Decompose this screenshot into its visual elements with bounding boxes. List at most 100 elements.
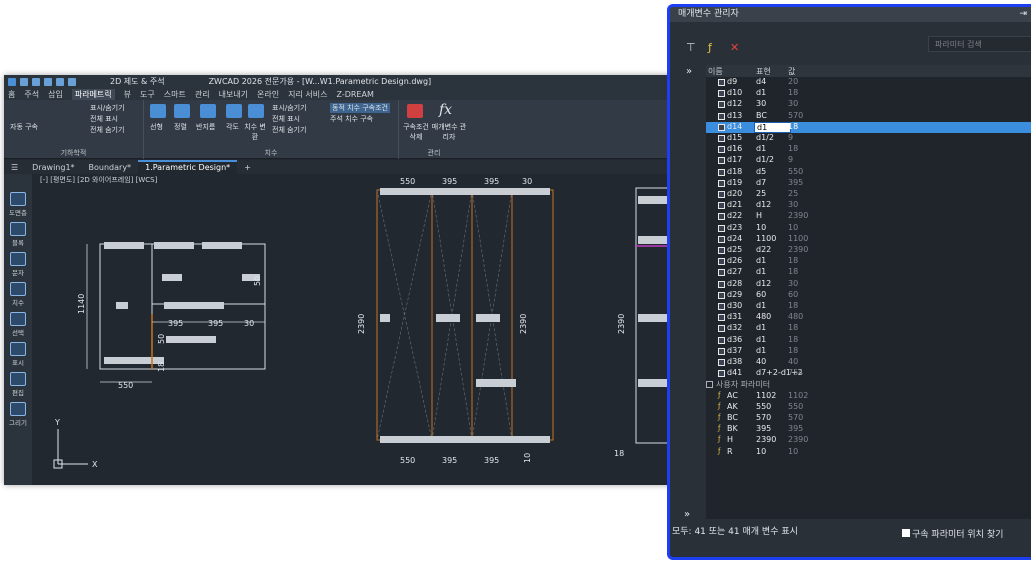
dim-50-b[interactable]: 50 [253,276,262,286]
constraint-tag[interactable] [380,314,390,322]
parameter-row[interactable]: d23 10 10 [706,223,1031,234]
constraint-tag[interactable] [164,302,224,309]
parameter-row[interactable]: d41 d7+2-d1+2 754 [706,368,1031,379]
parameter-row[interactable]: d28 d12 30 [706,279,1031,290]
dim-550-a[interactable]: 550 [400,177,415,186]
parameter-row[interactable]: d18 d5 550 [706,167,1031,178]
new-user-parameter-icon[interactable]: ƒ [708,41,712,54]
param-expression[interactable]: d4 [756,77,766,86]
constraint-tag[interactable] [638,236,668,244]
parameter-search-input[interactable]: 파라미터 검색 [928,36,1031,52]
parameter-row[interactable]: d37 d1 18 [706,346,1031,357]
tool-layer[interactable]: 도면층 [7,192,29,217]
user-parameter-row[interactable]: ƒ BC 570 570 [706,413,1031,424]
menu-hamburger-icon[interactable]: ☰ [4,163,25,172]
param-expression[interactable]: d1 [756,323,766,332]
expression-edit-input[interactable]: d1 [754,121,791,133]
constraint-tag[interactable] [476,314,500,322]
dim-hide-all-button[interactable]: 전체 숨기기 [272,125,306,135]
column-value[interactable]: 값 [788,66,795,77]
dim-550-c[interactable]: 550 [400,456,415,465]
save-icon[interactable] [44,77,52,86]
tool-display[interactable]: 표시 [7,342,29,367]
aligned-dim-icon[interactable] [174,104,190,118]
dim-2390-a[interactable]: 2390 [357,314,366,334]
annot-dim-button[interactable]: 주석 치수 구속 [330,114,373,124]
tool-draw[interactable]: 그리기 [7,402,29,427]
linear-dim-icon[interactable] [150,104,166,118]
param-expression[interactable]: d12 [756,279,771,288]
constraint-tag[interactable] [638,314,668,322]
constraint-tag[interactable] [380,436,550,443]
parameter-row[interactable]: d21 d12 30 [706,200,1031,211]
param-expression[interactable]: d1 [756,144,766,153]
parameter-row[interactable]: d38 40 40 [706,357,1031,368]
drawing-canvas[interactable]: [-] [평면도] [2D 와이어프레임] [WCS] 1140 395 395… [32,174,676,485]
param-expression[interactable]: 10 [756,447,766,456]
param-expression[interactable]: d1/2 [756,155,774,164]
constraint-tag[interactable] [638,379,668,387]
param-expression[interactable]: d1 [756,88,766,97]
menu-zdream[interactable]: Z-DREAM [336,90,373,99]
user-parameter-row[interactable]: ƒ AK 550 550 [706,402,1031,413]
constraint-tag[interactable] [166,336,216,343]
tab-parametric-design[interactable]: 1.Parametric Design* [138,160,238,174]
convert-dim-icon[interactable] [248,104,264,118]
menu-view[interactable]: 뷰 [124,89,131,100]
param-expression[interactable]: 2390 [756,435,776,444]
dim-18-b[interactable]: 18 [614,449,624,458]
dim-1140[interactable]: 1140 [77,294,86,314]
geo-show-all-button[interactable]: 전체 표시 [90,114,118,124]
convert-button[interactable]: 치수 변환 [244,122,266,142]
parameter-row[interactable]: d25 d22 2390 [706,245,1031,256]
parameter-row[interactable]: d31 480 480 [706,312,1031,323]
dim-50[interactable]: 50 [157,334,166,344]
dim-395-f[interactable]: 395 [484,456,499,465]
collapse-group-icon[interactable] [706,381,713,389]
parameter-row[interactable]: d14 d1 18 [706,121,1031,133]
constraint-tag[interactable] [436,314,460,322]
constraint-tag[interactable] [104,242,144,249]
constraint-tag[interactable] [380,188,550,195]
param-manager-button[interactable]: 매개변수 관리자 [431,122,467,142]
delete-constraints-button[interactable]: 구속조건 삭제 [401,122,431,142]
param-expression[interactable]: d1 [756,301,766,310]
locate-constraint-checkbox[interactable]: 구속 파라미터 위치 찾기 [902,527,1003,540]
dim-395-d[interactable]: 395 [208,319,223,328]
checkbox-box[interactable] [902,529,910,537]
dim-10[interactable]: 10 [523,453,532,463]
param-expression[interactable]: H [756,211,762,220]
parameter-row[interactable]: d17 d1/2 9 [706,155,1031,166]
linear-button[interactable]: 선형 [150,122,163,132]
param-expression[interactable]: 480 [756,312,771,321]
menu-geo[interactable]: 지리 서비스 [288,89,327,100]
menu-home[interactable]: 홈 [8,89,15,100]
tab-drawing1[interactable]: Drawing1* [25,163,81,172]
tool-select[interactable]: 선택 [7,312,29,337]
user-parameter-row[interactable]: ƒ R 10 10 [706,447,1031,458]
constraint-tag[interactable] [476,379,516,387]
parameter-row[interactable]: d30 d1 18 [706,301,1031,312]
dim-2390-c[interactable]: 2390 [519,314,528,334]
dim-395-e[interactable]: 395 [442,456,457,465]
param-expression[interactable]: d1/2 [756,133,774,142]
parameter-row[interactable]: d12 30 30 [706,99,1031,110]
param-expression[interactable]: 395 [756,424,771,433]
dim-2390-b[interactable]: 2390 [617,314,626,334]
new-tab-icon[interactable]: + [237,163,258,172]
dim-30-a[interactable]: 30 [522,177,532,186]
dim-18-a[interactable]: 18 [157,362,166,372]
menu-parametric[interactable]: 파라메트릭 [71,88,115,100]
parameter-row[interactable]: d26 d1 18 [706,256,1031,267]
dim-395-c[interactable]: 395 [168,319,183,328]
tool-text[interactable]: 문자 [7,252,29,277]
geo-show-hide-button[interactable]: 표시/숨기기 [90,103,125,113]
param-expression[interactable]: 40 [756,357,766,366]
constraint-tag[interactable] [638,196,668,204]
angular-button[interactable]: 각도 [226,122,239,132]
parameter-row[interactable]: d19 d7 395 [706,178,1031,189]
user-parameter-row[interactable]: ƒ BK 395 395 [706,424,1031,435]
open-file-icon[interactable] [32,77,40,86]
param-expression[interactable]: 30 [756,99,766,108]
dim-550-b[interactable]: 550 [118,381,133,390]
